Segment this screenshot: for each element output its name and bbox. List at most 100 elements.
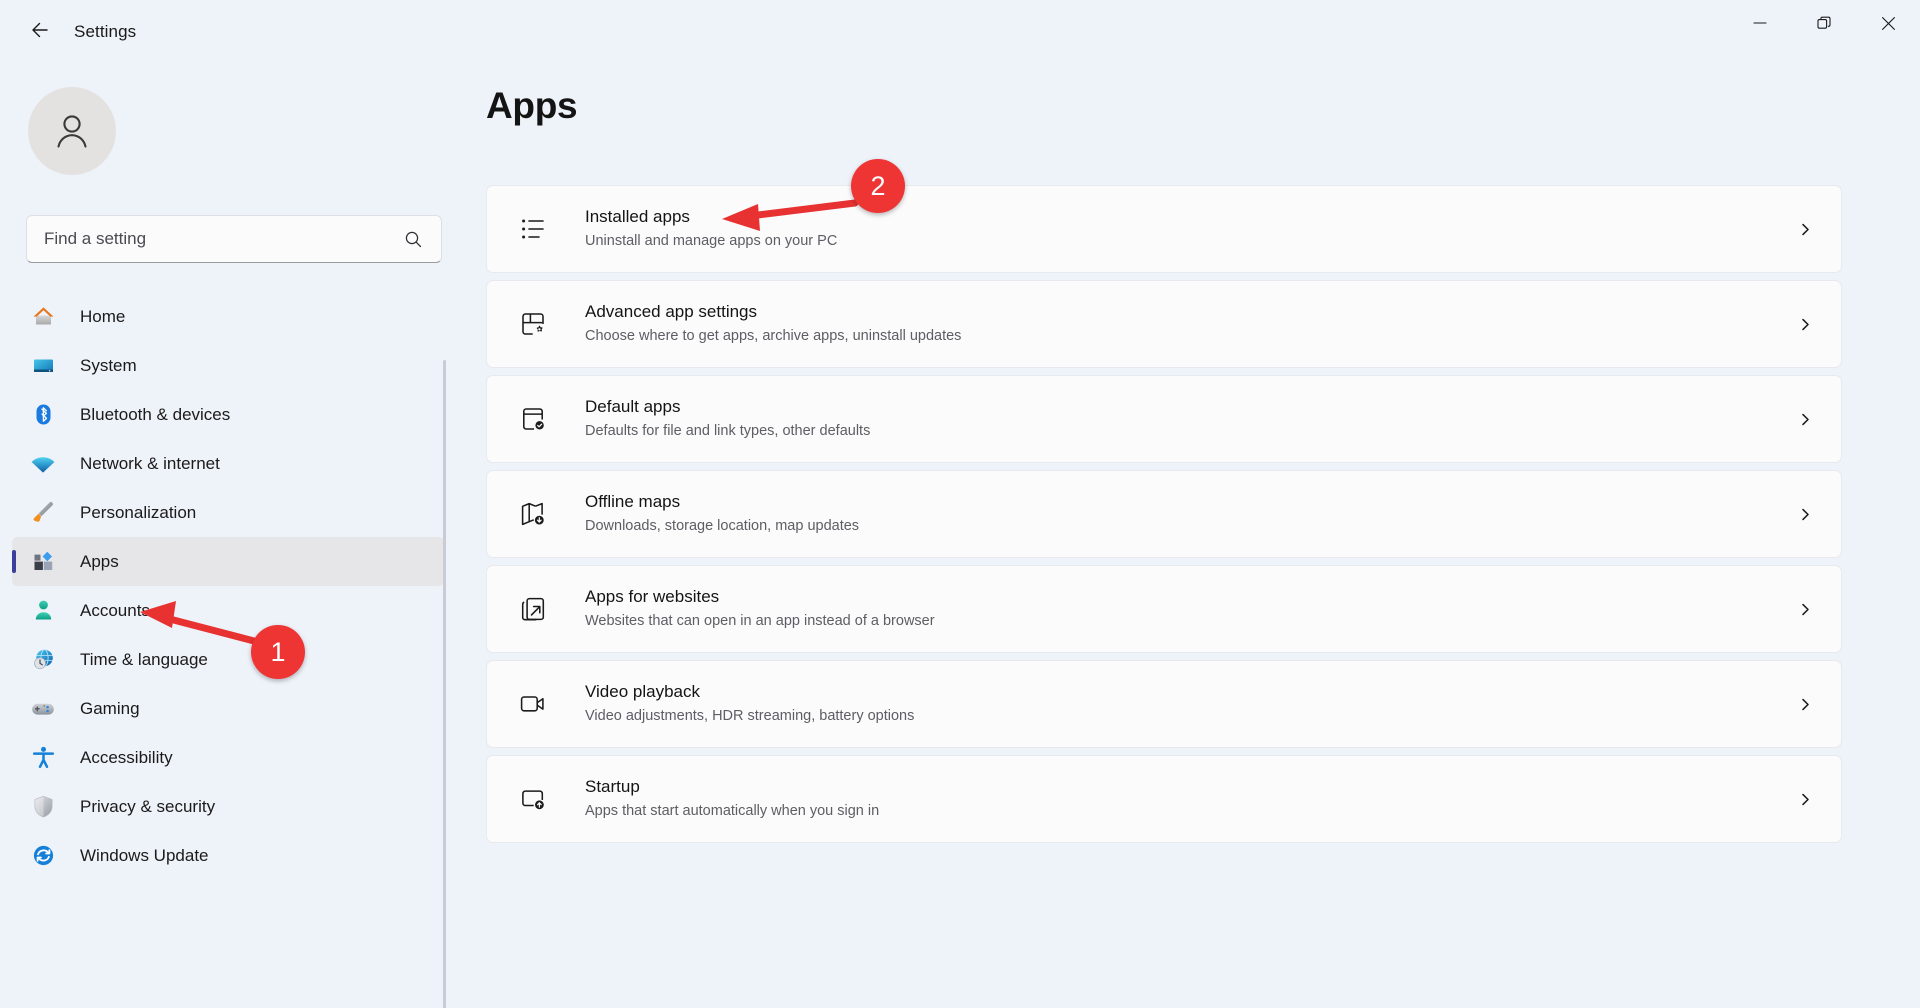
card-default-apps[interactable]: Default apps Defaults for file and link … (486, 375, 1842, 463)
sidebar-item-accounts[interactable]: Accounts (12, 586, 444, 635)
sidebar-item-label: Home (80, 307, 125, 327)
sidebar-item-time-language[interactable]: Time & language (12, 635, 444, 684)
chevron-right-icon (1795, 599, 1815, 619)
default-apps-icon (513, 399, 553, 439)
card-title: Apps for websites (585, 586, 935, 609)
installed-apps-list-icon (513, 209, 553, 249)
maximize-button[interactable] (1792, 0, 1856, 46)
startup-icon (513, 779, 553, 819)
apps-icon (26, 549, 60, 575)
sidebar: Home System (0, 60, 450, 1008)
chevron-right-icon (1795, 409, 1815, 429)
wifi-icon (26, 451, 60, 477)
back-button[interactable] (18, 12, 62, 48)
sidebar-item-apps[interactable]: Apps (12, 537, 444, 586)
user-avatar-icon (48, 107, 96, 155)
sidebar-item-windows-update[interactable]: Windows Update (12, 831, 444, 880)
minimize-icon (1753, 16, 1767, 30)
accessibility-icon (26, 745, 60, 771)
sidebar-item-gaming[interactable]: Gaming (12, 684, 444, 733)
card-title: Advanced app settings (585, 301, 961, 324)
gamepad-icon (26, 696, 60, 722)
card-text: Startup Apps that start automatically wh… (585, 776, 879, 822)
card-text: Offline maps Downloads, storage location… (585, 491, 859, 537)
update-icon (26, 843, 60, 869)
sidebar-nav: Home System (12, 292, 444, 880)
settings-window: Settings (0, 0, 1920, 1008)
chevron-right-icon (1795, 504, 1815, 524)
sidebar-item-home[interactable]: Home (12, 292, 444, 341)
sidebar-item-personalization[interactable]: Personalization (12, 488, 444, 537)
selection-indicator (12, 550, 16, 573)
close-button[interactable] (1856, 0, 1920, 46)
titlebar: Settings (0, 0, 1920, 60)
card-text: Apps for websites Websites that can open… (585, 586, 935, 632)
account-icon (26, 598, 60, 624)
page-title: Apps (486, 85, 577, 127)
minimize-button[interactable] (1728, 0, 1792, 46)
chevron-right-icon (1795, 219, 1815, 239)
sidebar-item-label: System (80, 356, 137, 376)
sidebar-item-label: Time & language (80, 650, 208, 670)
avatar[interactable] (28, 87, 116, 175)
window-controls (1728, 0, 1920, 46)
bluetooth-icon (26, 402, 60, 428)
card-text: Installed apps Uninstall and manage apps… (585, 206, 837, 252)
card-apps-for-websites[interactable]: Apps for websites Websites that can open… (486, 565, 1842, 653)
sidebar-item-label: Personalization (80, 503, 196, 523)
sidebar-item-label: Apps (80, 552, 119, 572)
sidebar-item-label: Network & internet (80, 454, 220, 474)
sidebar-scrollbar[interactable] (443, 360, 446, 1008)
card-text: Video playback Video adjustments, HDR st… (585, 681, 914, 727)
sidebar-item-label: Gaming (80, 699, 140, 719)
search-icon (404, 230, 441, 249)
search-input[interactable] (27, 229, 404, 249)
card-title: Startup (585, 776, 879, 799)
card-text: Advanced app settings Choose where to ge… (585, 301, 961, 347)
card-startup[interactable]: Startup Apps that start automatically wh… (486, 755, 1842, 843)
window-title: Settings (74, 22, 136, 42)
card-title: Installed apps (585, 206, 837, 229)
search-box[interactable] (26, 215, 442, 263)
sidebar-item-label: Accounts (80, 601, 150, 621)
paintbrush-icon (26, 500, 60, 526)
main-content: Apps Installed apps Uninstall and manage… (450, 60, 1920, 1008)
restore-icon (1816, 15, 1832, 31)
sidebar-item-label: Windows Update (80, 846, 209, 866)
card-subtitle: Websites that can open in an app instead… (585, 611, 935, 632)
clock-globe-icon (26, 647, 60, 673)
chevron-right-icon (1795, 694, 1815, 714)
system-icon (26, 353, 60, 379)
sidebar-item-label: Accessibility (80, 748, 173, 768)
back-arrow-icon (28, 18, 52, 42)
video-playback-icon (513, 684, 553, 724)
home-icon (26, 304, 60, 330)
card-title: Offline maps (585, 491, 859, 514)
shield-icon (26, 794, 60, 820)
card-title: Default apps (585, 396, 870, 419)
sidebar-item-label: Bluetooth & devices (80, 405, 230, 425)
chevron-right-icon (1795, 789, 1815, 809)
sidebar-item-accessibility[interactable]: Accessibility (12, 733, 444, 782)
sidebar-item-system[interactable]: System (12, 341, 444, 390)
card-subtitle: Video adjustments, HDR streaming, batter… (585, 706, 914, 727)
card-offline-maps[interactable]: Offline maps Downloads, storage location… (486, 470, 1842, 558)
card-installed-apps[interactable]: Installed apps Uninstall and manage apps… (486, 185, 1842, 273)
sidebar-item-privacy-security[interactable]: Privacy & security (12, 782, 444, 831)
card-title: Video playback (585, 681, 914, 704)
card-video-playback[interactable]: Video playback Video adjustments, HDR st… (486, 660, 1842, 748)
sidebar-item-bluetooth-devices[interactable]: Bluetooth & devices (12, 390, 444, 439)
card-subtitle: Choose where to get apps, archive apps, … (585, 326, 961, 347)
chevron-right-icon (1795, 314, 1815, 334)
card-subtitle: Apps that start automatically when you s… (585, 801, 879, 822)
close-icon (1881, 16, 1896, 31)
card-subtitle: Defaults for file and link types, other … (585, 421, 870, 442)
card-subtitle: Downloads, storage location, map updates (585, 516, 859, 537)
card-text: Default apps Defaults for file and link … (585, 396, 870, 442)
advanced-app-settings-icon (513, 304, 553, 344)
offline-maps-icon (513, 494, 553, 534)
sidebar-item-network-internet[interactable]: Network & internet (12, 439, 444, 488)
card-subtitle: Uninstall and manage apps on your PC (585, 231, 837, 252)
card-advanced-app-settings[interactable]: Advanced app settings Choose where to ge… (486, 280, 1842, 368)
settings-card-list: Installed apps Uninstall and manage apps… (486, 185, 1842, 850)
